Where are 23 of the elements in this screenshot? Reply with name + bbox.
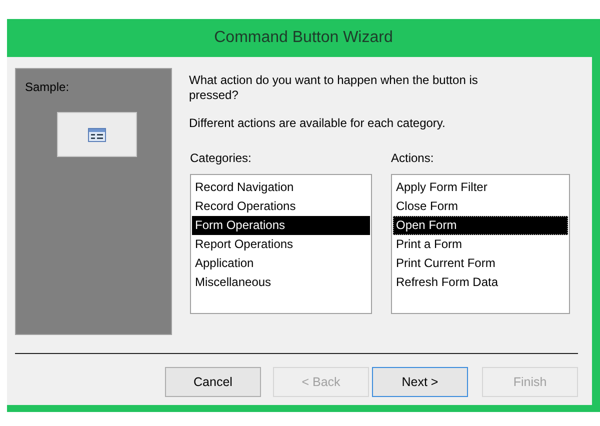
prompt-text: What action do you want to happen when the button is pressed?: [189, 73, 479, 103]
wizard-button[interactable]: Next >: [372, 367, 468, 397]
list-item[interactable]: Apply Form Filter: [393, 178, 568, 197]
sample-label: Sample:: [25, 80, 70, 94]
list-label: Actions:: [391, 151, 435, 165]
list-box[interactable]: Apply Form Filter Close Form Open Form Print a Form Print Current Form Refresh Form Data: [391, 174, 570, 314]
hint-text: Different actions are available for each category.: [189, 116, 446, 130]
list-item[interactable]: Form Operations: [192, 216, 370, 235]
list-item[interactable]: Application: [192, 254, 370, 273]
list-item[interactable]: Record Operations: [192, 197, 370, 216]
list-item[interactable]: Print a Form: [393, 235, 568, 254]
list-item[interactable]: Print Current Form: [393, 254, 568, 273]
list-item[interactable]: Open Form: [393, 216, 568, 235]
list-item[interactable]: Miscellaneous: [192, 273, 370, 292]
list-item[interactable]: Refresh Form Data: [393, 273, 568, 292]
wizard-button[interactable]: Cancel: [165, 367, 261, 397]
window-title: Command Button Wizard: [214, 29, 393, 47]
list-item[interactable]: Record Navigation: [192, 178, 370, 197]
list-box[interactable]: Record Navigation Record Operations Form Operations Report Operations Application Miscellaneous: [190, 174, 372, 314]
form-icon: [88, 128, 106, 142]
list-item[interactable]: Close Form: [393, 197, 568, 216]
list-item[interactable]: Report Operations: [192, 235, 370, 254]
list-label: Categories:: [190, 151, 252, 165]
